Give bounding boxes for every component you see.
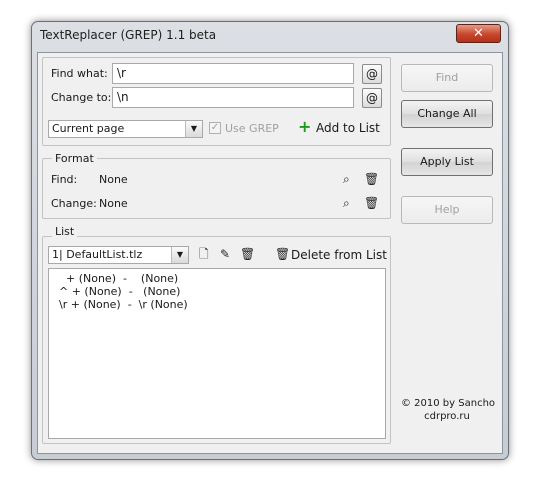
trash-icon[interactable]: 🗑	[364, 172, 379, 186]
list-item[interactable]: ^ + (None) - (None)	[59, 285, 180, 298]
scope-select[interactable]: Current page ▼	[48, 120, 203, 138]
new-file-icon[interactable]: 🗋	[199, 247, 209, 261]
list-item[interactable]: + (None) - (None)	[59, 272, 178, 285]
change-to-input[interactable]: \n	[112, 87, 354, 108]
apply-list-button[interactable]: Apply List	[401, 148, 493, 176]
close-icon: ✕	[473, 26, 484, 41]
add-to-list-button[interactable]: Add to List	[316, 121, 380, 135]
format-change-value: None	[99, 197, 128, 210]
find-what-input[interactable]: \r	[112, 63, 354, 84]
find-special-button[interactable]: @	[362, 64, 382, 84]
trash-icon[interactable]: 🗑	[240, 247, 255, 261]
at-icon: @	[366, 91, 378, 105]
dropdown-arrow-icon: ▼	[171, 247, 188, 263]
rules-listbox[interactable]: + (None) - (None) ^ + (None) - (None) \r…	[48, 268, 386, 439]
change-special-button[interactable]: @	[362, 88, 382, 108]
list-legend: List	[52, 225, 78, 238]
window-title: TextReplacer (GREP) 1.1 beta	[40, 28, 217, 42]
trash-icon: 🗑	[275, 247, 291, 261]
search-format-icon[interactable]: ⌕	[343, 172, 350, 186]
close-button[interactable]: ✕	[456, 24, 501, 43]
format-find-label: Find:	[51, 173, 78, 186]
list-file-select[interactable]: 1| DefaultList.tlz ▼	[48, 246, 189, 264]
credits-site: cdrpro.ru	[424, 411, 470, 422]
format-change-label: Change:	[51, 197, 97, 210]
edit-file-icon[interactable]: ✎	[220, 247, 230, 261]
trash-icon[interactable]: 🗑	[364, 196, 379, 210]
format-legend: Format	[52, 152, 97, 165]
find-button[interactable]: Find	[401, 64, 493, 92]
list-file-value: 1| DefaultList.tlz	[52, 248, 143, 261]
use-grep-checkbox[interactable]: ✓	[209, 122, 221, 134]
list-item[interactable]: \r + (None) - \r (None)	[59, 298, 188, 311]
format-find-value: None	[99, 173, 128, 186]
change-all-button[interactable]: Change All	[401, 100, 493, 128]
checkbox-icon: ✓	[210, 122, 220, 133]
credits-copyright: © 2010 by Sancho	[401, 398, 496, 409]
at-icon: @	[366, 67, 378, 81]
find-what-label: Find what:	[51, 67, 108, 80]
change-to-label: Change to:	[51, 91, 112, 104]
plus-icon: +	[298, 117, 312, 136]
search-format-icon[interactable]: ⌕	[343, 196, 350, 210]
use-grep-label: Use GREP	[225, 122, 279, 135]
delete-from-list-button[interactable]: Delete from List	[291, 248, 387, 262]
scope-value: Current page	[52, 122, 125, 135]
dropdown-arrow-icon: ▼	[185, 121, 202, 137]
help-button[interactable]: Help	[401, 196, 493, 224]
